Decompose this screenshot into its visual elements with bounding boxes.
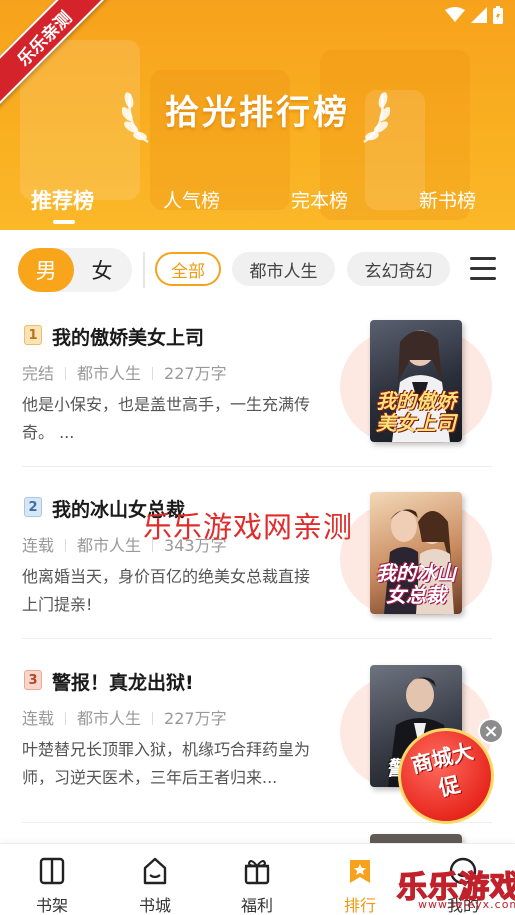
laurel-right-icon — [363, 92, 390, 144]
nav-label: 排行 — [343, 896, 376, 915]
store-icon — [143, 857, 167, 885]
wifi-icon — [445, 7, 465, 22]
nav-label: 福利 — [240, 896, 273, 915]
corner-watermark-url: www.leleyx.com — [418, 898, 515, 911]
book-genre: 都市人生 — [77, 709, 142, 728]
tab-completed[interactable]: 完本榜 — [291, 186, 348, 213]
book-word-count: 227万字 — [164, 364, 227, 383]
book-genre: 都市人生 — [77, 536, 142, 555]
battery-icon — [493, 6, 503, 24]
nav-welfare[interactable]: 福利 — [217, 844, 297, 915]
nav-label: 书架 — [35, 896, 68, 915]
book-meta: 完结 都市人生 227万字 — [22, 360, 227, 384]
book-description: 他离婚当天，身价百亿的绝美女总裁直接上门提亲! — [22, 567, 311, 614]
ranking-tabs: 推荐榜 人气榜 完本榜 新书榜 — [0, 186, 515, 226]
book-meta: 连载 都市人生 227万字 — [22, 705, 227, 729]
category-menu-icon[interactable] — [470, 257, 496, 281]
book-title[interactable]: 我的傲娇美女上司 — [52, 323, 204, 350]
book-title[interactable]: 警报！真龙出狱! — [52, 668, 194, 695]
rank-icon — [350, 860, 370, 883]
book-list-item[interactable]: 1 我的傲娇美女上司 完结 都市人生 227万字 他是小保安，也是盖世高手，一生充满… — [0, 320, 515, 495]
book-status: 连载 — [22, 536, 55, 555]
chip-urban-life[interactable]: 都市人生 — [232, 252, 335, 286]
tab-new-books[interactable]: 新书榜 — [419, 186, 476, 213]
book-status: 连载 — [22, 709, 55, 728]
list-divider — [22, 638, 492, 639]
book-genre: 都市人生 — [77, 364, 142, 383]
rank-badge: 3 — [24, 670, 42, 690]
gender-toggle[interactable]: 男 女 — [18, 248, 132, 292]
book-status: 完结 — [22, 364, 55, 383]
tab-popular[interactable]: 人气榜 — [163, 186, 220, 213]
nav-bookstore[interactable]: 书城 — [115, 844, 195, 915]
page-title: 拾光排行榜 — [165, 93, 350, 133]
book-cover[interactable]: 我的冰山女总裁 — [370, 492, 462, 614]
filter-divider — [143, 252, 145, 288]
list-divider — [22, 466, 492, 467]
tab-indicator — [53, 220, 75, 224]
book-icon — [39, 857, 65, 885]
chip-all[interactable]: 全部 — [155, 252, 221, 286]
nav-ranking[interactable]: 排行 — [320, 844, 400, 915]
nav-label: 书城 — [138, 896, 171, 915]
cover-title: 我的傲娇美女上司 — [376, 389, 456, 435]
filter-bar: 男 女 全部 都市人生 玄幻奇幻 — [0, 230, 515, 310]
book-cover[interactable]: 我的傲娇美女上司 — [370, 320, 462, 442]
rank-badge: 2 — [24, 497, 42, 517]
gift-icon — [244, 860, 270, 885]
nav-bookshelf[interactable]: 书架 — [12, 844, 92, 915]
book-description: 他是小保安，也是盖世高手，一生充满传奇。 ... — [22, 395, 311, 442]
gender-female-option[interactable]: 女 — [74, 248, 130, 292]
rank-badge: 1 — [24, 325, 42, 345]
ranking-header: 乐乐亲测 拾光排行榜 推荐榜 人气榜 完本榜 新书榜 — [0, 0, 515, 230]
signal-icon — [471, 7, 487, 23]
chip-fantasy[interactable]: 玄幻奇幻 — [347, 252, 450, 286]
watermark-text: 乐乐游戏网亲测 — [143, 510, 354, 544]
status-bar — [445, 6, 503, 24]
book-description: 叶楚替兄长顶罪入狱，机缘巧合拜药皇为师，习逆天医术，三年后王者归来... — [22, 740, 311, 787]
book-word-count: 227万字 — [164, 709, 227, 728]
gender-male-option[interactable]: 男 — [18, 248, 74, 292]
cover-title: 我的冰山女总裁 — [376, 561, 456, 607]
promo-badge[interactable]: 商城大促 — [398, 728, 494, 824]
tab-recommended[interactable]: 推荐榜 — [31, 185, 94, 215]
promo-close-button[interactable]: × — [478, 718, 504, 744]
